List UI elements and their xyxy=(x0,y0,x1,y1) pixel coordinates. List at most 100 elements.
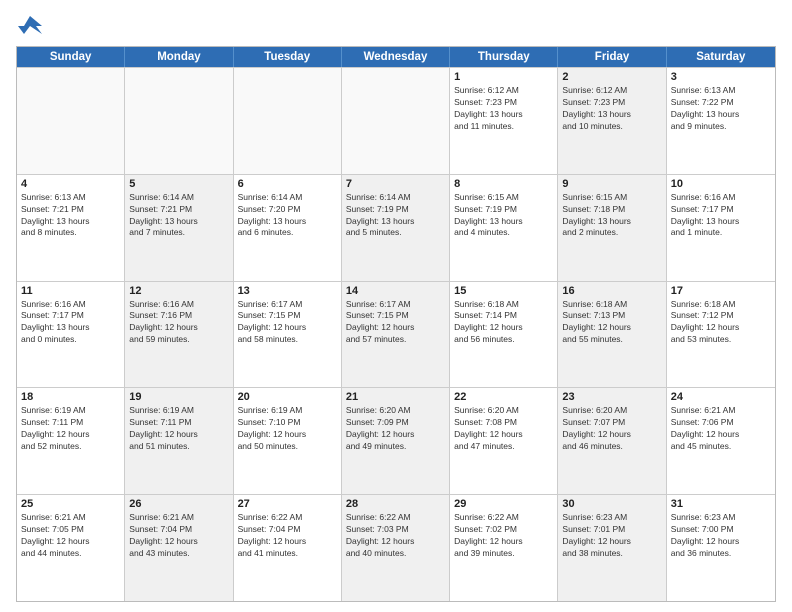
day-number: 23 xyxy=(562,391,661,403)
calendar-row: 25 Sunrise: 6:21 AM Sunset: 7:05 PM Dayli… xyxy=(17,494,775,601)
day-info: Sunrise: 6:18 AM Sunset: 7:13 PM Dayligh… xyxy=(562,299,661,347)
calendar-cell: 27 Sunrise: 6:22 AM Sunset: 7:04 PM Dayli… xyxy=(234,495,342,601)
day-number: 18 xyxy=(21,391,120,403)
calendar: SundayMondayTuesdayWednesdayThursdayFrid… xyxy=(16,46,776,602)
calendar-cell: 15 Sunrise: 6:18 AM Sunset: 7:14 PM Dayli… xyxy=(450,282,558,388)
day-info: Sunrise: 6:22 AM Sunset: 7:03 PM Dayligh… xyxy=(346,512,445,560)
calendar-cell xyxy=(17,68,125,174)
day-number: 16 xyxy=(562,285,661,297)
calendar-cell: 29Sunrise: 6:22 AM Sunset: 7:02 PM Dayli… xyxy=(450,495,558,601)
calendar-row: 4 Sunrise: 6:13 AM Sunset: 7:21 PM Daylig… xyxy=(17,174,775,281)
day-info: Sunrise: 6:23 AM Sunset: 7:00 PM Dayligh… xyxy=(671,512,771,560)
calendar-cell: 19 Sunrise: 6:19 AM Sunset: 7:11 PM Dayli… xyxy=(125,388,233,494)
day-number: 8 xyxy=(454,178,553,190)
calendar-header: SundayMondayTuesdayWednesdayThursdayFrid… xyxy=(17,47,775,67)
page: SundayMondayTuesdayWednesdayThursdayFrid… xyxy=(0,0,792,612)
weekday-header: Wednesday xyxy=(342,47,450,67)
day-info: Sunrise: 6:18 AM Sunset: 7:12 PM Dayligh… xyxy=(671,299,771,347)
day-info: Sunrise: 6:16 AM Sunset: 7:17 PM Dayligh… xyxy=(21,299,120,347)
calendar-cell: 18 Sunrise: 6:19 AM Sunset: 7:11 PM Dayli… xyxy=(17,388,125,494)
calendar-cell: 2Sunrise: 6:12 AM Sunset: 7:23 PM Daylig… xyxy=(558,68,666,174)
calendar-cell: 11 Sunrise: 6:16 AM Sunset: 7:17 PM Dayli… xyxy=(17,282,125,388)
calendar-row: 11 Sunrise: 6:16 AM Sunset: 7:17 PM Dayli… xyxy=(17,281,775,388)
day-number: 13 xyxy=(238,285,337,297)
day-info: Sunrise: 6:20 AM Sunset: 7:08 PM Dayligh… xyxy=(454,405,553,453)
day-number: 20 xyxy=(238,391,337,403)
day-number: 5 xyxy=(129,178,228,190)
day-number: 6 xyxy=(238,178,337,190)
day-info: Sunrise: 6:18 AM Sunset: 7:14 PM Dayligh… xyxy=(454,299,553,347)
day-info: Sunrise: 6:17 AM Sunset: 7:15 PM Dayligh… xyxy=(238,299,337,347)
day-info: Sunrise: 6:19 AM Sunset: 7:10 PM Dayligh… xyxy=(238,405,337,453)
day-number: 3 xyxy=(671,71,771,83)
day-number: 9 xyxy=(562,178,661,190)
day-info: Sunrise: 6:14 AM Sunset: 7:20 PM Dayligh… xyxy=(238,192,337,240)
day-number: 31 xyxy=(671,498,771,510)
day-number: 22 xyxy=(454,391,553,403)
calendar-cell: 17Sunrise: 6:18 AM Sunset: 7:12 PM Dayli… xyxy=(667,282,775,388)
day-info: Sunrise: 6:16 AM Sunset: 7:17 PM Dayligh… xyxy=(671,192,771,240)
day-number: 28 xyxy=(346,498,445,510)
day-info: Sunrise: 6:14 AM Sunset: 7:21 PM Dayligh… xyxy=(129,192,228,240)
weekday-header: Monday xyxy=(125,47,233,67)
calendar-cell xyxy=(342,68,450,174)
calendar-cell: 6 Sunrise: 6:14 AM Sunset: 7:20 PM Daylig… xyxy=(234,175,342,281)
day-info: Sunrise: 6:15 AM Sunset: 7:19 PM Dayligh… xyxy=(454,192,553,240)
day-info: Sunrise: 6:20 AM Sunset: 7:09 PM Dayligh… xyxy=(346,405,445,453)
calendar-cell: 13 Sunrise: 6:17 AM Sunset: 7:15 PM Dayli… xyxy=(234,282,342,388)
weekday-header: Tuesday xyxy=(234,47,342,67)
day-info: Sunrise: 6:13 AM Sunset: 7:22 PM Dayligh… xyxy=(671,85,771,133)
calendar-cell: 31 Sunrise: 6:23 AM Sunset: 7:00 PM Dayli… xyxy=(667,495,775,601)
calendar-cell xyxy=(234,68,342,174)
calendar-cell: 23Sunrise: 6:20 AM Sunset: 7:07 PM Dayli… xyxy=(558,388,666,494)
calendar-cell: 26 Sunrise: 6:21 AM Sunset: 7:04 PM Dayli… xyxy=(125,495,233,601)
day-info: Sunrise: 6:12 AM Sunset: 7:23 PM Dayligh… xyxy=(454,85,553,133)
calendar-cell xyxy=(125,68,233,174)
day-number: 7 xyxy=(346,178,445,190)
calendar-cell: 22 Sunrise: 6:20 AM Sunset: 7:08 PM Dayli… xyxy=(450,388,558,494)
day-number: 27 xyxy=(238,498,337,510)
day-number: 15 xyxy=(454,285,553,297)
day-number: 1 xyxy=(454,71,553,83)
day-info: Sunrise: 6:12 AM Sunset: 7:23 PM Dayligh… xyxy=(562,85,661,133)
calendar-cell: 21Sunrise: 6:20 AM Sunset: 7:09 PM Dayli… xyxy=(342,388,450,494)
calendar-cell: 16 Sunrise: 6:18 AM Sunset: 7:13 PM Dayli… xyxy=(558,282,666,388)
day-number: 12 xyxy=(129,285,228,297)
day-info: Sunrise: 6:21 AM Sunset: 7:04 PM Dayligh… xyxy=(129,512,228,560)
day-info: Sunrise: 6:19 AM Sunset: 7:11 PM Dayligh… xyxy=(21,405,120,453)
day-number: 26 xyxy=(129,498,228,510)
header xyxy=(16,12,776,40)
logo-icon xyxy=(16,12,44,40)
day-info: Sunrise: 6:22 AM Sunset: 7:04 PM Dayligh… xyxy=(238,512,337,560)
calendar-cell: 3 Sunrise: 6:13 AM Sunset: 7:22 PM Daylig… xyxy=(667,68,775,174)
calendar-cell: 9Sunrise: 6:15 AM Sunset: 7:18 PM Daylig… xyxy=(558,175,666,281)
day-info: Sunrise: 6:21 AM Sunset: 7:05 PM Dayligh… xyxy=(21,512,120,560)
day-number: 25 xyxy=(21,498,120,510)
day-info: Sunrise: 6:13 AM Sunset: 7:21 PM Dayligh… xyxy=(21,192,120,240)
calendar-cell: 7 Sunrise: 6:14 AM Sunset: 7:19 PM Daylig… xyxy=(342,175,450,281)
weekday-header: Friday xyxy=(558,47,666,67)
day-number: 10 xyxy=(671,178,771,190)
day-number: 30 xyxy=(562,498,661,510)
day-info: Sunrise: 6:14 AM Sunset: 7:19 PM Dayligh… xyxy=(346,192,445,240)
calendar-cell: 30 Sunrise: 6:23 AM Sunset: 7:01 PM Dayli… xyxy=(558,495,666,601)
day-number: 11 xyxy=(21,285,120,297)
weekday-header: Sunday xyxy=(17,47,125,67)
day-number: 4 xyxy=(21,178,120,190)
day-info: Sunrise: 6:21 AM Sunset: 7:06 PM Dayligh… xyxy=(671,405,771,453)
logo xyxy=(16,12,48,40)
weekday-header: Saturday xyxy=(667,47,775,67)
day-number: 14 xyxy=(346,285,445,297)
calendar-cell: 8 Sunrise: 6:15 AM Sunset: 7:19 PM Daylig… xyxy=(450,175,558,281)
day-number: 19 xyxy=(129,391,228,403)
day-number: 29 xyxy=(454,498,553,510)
day-info: Sunrise: 6:23 AM Sunset: 7:01 PM Dayligh… xyxy=(562,512,661,560)
calendar-body: 1 Sunrise: 6:12 AM Sunset: 7:23 PM Daylig… xyxy=(17,67,775,601)
calendar-row: 1 Sunrise: 6:12 AM Sunset: 7:23 PM Daylig… xyxy=(17,67,775,174)
calendar-cell: 1 Sunrise: 6:12 AM Sunset: 7:23 PM Daylig… xyxy=(450,68,558,174)
calendar-cell: 20 Sunrise: 6:19 AM Sunset: 7:10 PM Dayli… xyxy=(234,388,342,494)
calendar-cell: 12Sunrise: 6:16 AM Sunset: 7:16 PM Dayli… xyxy=(125,282,233,388)
calendar-cell: 4 Sunrise: 6:13 AM Sunset: 7:21 PM Daylig… xyxy=(17,175,125,281)
day-info: Sunrise: 6:19 AM Sunset: 7:11 PM Dayligh… xyxy=(129,405,228,453)
day-info: Sunrise: 6:17 AM Sunset: 7:15 PM Dayligh… xyxy=(346,299,445,347)
